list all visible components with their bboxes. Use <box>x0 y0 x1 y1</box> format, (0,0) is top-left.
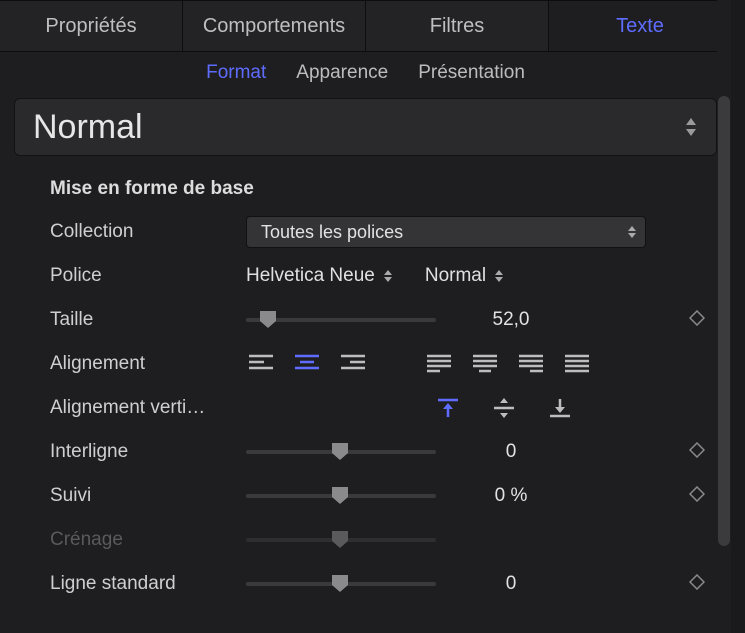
scrollbar-thumb[interactable] <box>718 96 730 546</box>
label-tracking: Suivi <box>50 485 246 507</box>
label-collection: Collection <box>50 221 246 243</box>
preset-dropdown[interactable]: Normal <box>14 98 717 156</box>
subtab-label: Format <box>206 62 266 83</box>
keyframe-icon[interactable] <box>689 310 705 331</box>
subtab-label: Apparence <box>296 62 388 83</box>
section-title: Mise en forme de base <box>50 178 254 200</box>
font-family-popup[interactable]: Helvetica Neue <box>246 265 393 287</box>
subtab-layout[interactable]: Présentation <box>418 62 525 84</box>
slider-thumb[interactable] <box>258 309 280 331</box>
size-slider[interactable] <box>246 308 436 332</box>
kerning-slider <box>246 528 436 552</box>
subtab-format[interactable]: Format <box>206 62 266 84</box>
tab-label: Filtres <box>430 15 484 38</box>
subtab-label: Présentation <box>418 62 525 83</box>
justify-full-icon[interactable] <box>564 353 592 375</box>
dropdown-value: Toutes les polices <box>261 222 403 243</box>
slider-thumb <box>330 529 352 551</box>
justify-center-icon[interactable] <box>472 353 500 375</box>
tab-text[interactable]: Texte <box>549 0 731 52</box>
slider-thumb[interactable] <box>330 441 352 463</box>
chevron-updown-icon <box>383 270 393 282</box>
slider-thumb[interactable] <box>330 485 352 507</box>
tab-filters[interactable]: Filtres <box>366 0 549 52</box>
section-header: Mise en forme de base <box>0 174 731 210</box>
valign-bottom-icon[interactable] <box>548 397 576 419</box>
align-center-icon[interactable] <box>294 353 322 375</box>
collection-dropdown[interactable]: Toutes les polices <box>246 216 646 248</box>
leading-slider[interactable] <box>246 440 436 464</box>
leading-value[interactable]: 0 <box>446 441 576 463</box>
label-alignment: Alignement <box>50 353 246 375</box>
tab-label: Comportements <box>203 15 345 38</box>
subtab-appearance[interactable]: Apparence <box>296 62 388 84</box>
tracking-value[interactable]: 0 % <box>446 485 576 507</box>
label-baseline: Ligne standard <box>50 573 246 595</box>
label-font: Police <box>50 265 246 287</box>
align-right-icon[interactable] <box>340 353 368 375</box>
label-leading: Interligne <box>50 441 246 463</box>
valign-top-icon[interactable] <box>436 397 464 419</box>
tab-properties[interactable]: Propriétés <box>0 0 183 52</box>
subtabs: Format Apparence Présentation <box>0 52 731 94</box>
preset-label: Normal <box>33 108 143 147</box>
baseline-value[interactable]: 0 <box>446 573 576 595</box>
chevron-updown-icon <box>627 226 637 238</box>
justify-left-icon[interactable] <box>426 353 454 375</box>
baseline-slider[interactable] <box>246 572 436 596</box>
justify-right-icon[interactable] <box>518 353 546 375</box>
chevron-updown-icon <box>494 270 504 282</box>
tab-label: Texte <box>616 15 664 38</box>
valign-middle-icon[interactable] <box>492 397 520 419</box>
slider-thumb[interactable] <box>330 573 352 595</box>
font-variant-value: Normal <box>425 265 486 287</box>
label-size: Taille <box>50 309 246 331</box>
font-family-value: Helvetica Neue <box>246 265 375 287</box>
scrollbar[interactable] <box>717 0 731 633</box>
label-valign: Alignement verti… <box>50 397 246 419</box>
keyframe-icon[interactable] <box>689 486 705 507</box>
keyframe-icon[interactable] <box>689 574 705 595</box>
chevron-updown-icon <box>684 118 698 136</box>
font-variant-popup[interactable]: Normal <box>425 265 504 287</box>
align-left-icon[interactable] <box>248 353 276 375</box>
label-kerning: Crénage <box>50 529 246 551</box>
tab-behaviors[interactable]: Comportements <box>183 0 366 52</box>
keyframe-icon[interactable] <box>689 442 705 463</box>
size-value[interactable]: 52,0 <box>446 309 576 331</box>
tracking-slider[interactable] <box>246 484 436 508</box>
tab-label: Propriétés <box>45 15 136 38</box>
